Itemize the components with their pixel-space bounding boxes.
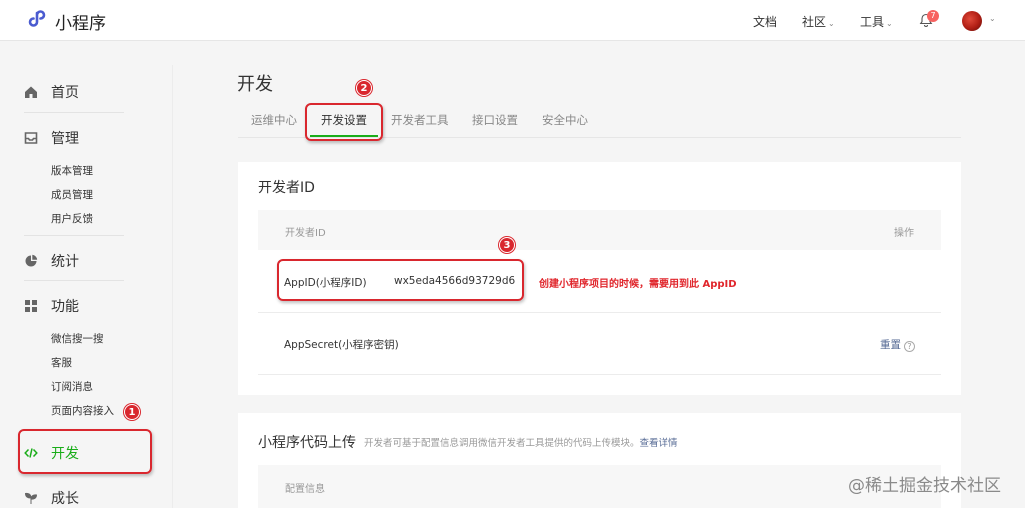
annotation-box-appid [277,259,524,301]
nav-community[interactable]: 社区 ⌄ [802,13,835,30]
card-title: 小程序代码上传 [258,435,356,451]
annotation-number: 3 [499,237,515,253]
sidebar-subitem-subscribe[interactable]: 订阅消息 [51,379,93,394]
appsecret-label: AppSecret(小程序密钥) [284,339,399,351]
divider [24,112,124,113]
pie-chart-icon [25,254,38,267]
divider [258,312,941,313]
table-header: 配置信息 [258,465,941,508]
divider [258,374,941,375]
sidebar-item-label: 管理 [51,131,79,147]
table-header: 开发者ID 操作 [258,210,941,250]
watermark: @稀土掘金技术社区 [848,476,1001,496]
notification-badge: 7 [927,10,939,22]
tab-security[interactable]: 安全中心 [542,112,588,128]
home-icon [25,86,37,98]
inbox-icon [24,132,38,144]
chevron-down-icon[interactable]: ⌄ [989,14,996,23]
sprout-icon [24,492,38,504]
chevron-down-icon: ⌄ [828,19,835,28]
sidebar-item-features[interactable]: 功能 [24,296,79,316]
grid-icon [25,300,37,312]
tab-api-settings[interactable]: 接口设置 [472,112,518,128]
page-title: 开发 [237,74,273,95]
sidebar-subitem-versions[interactable]: 版本管理 [51,163,93,178]
sidebar-item-label: 功能 [51,299,79,315]
annotation-box-tab [305,103,383,141]
divider [24,235,124,236]
sidebar-item-stats[interactable]: 统计 [24,251,79,271]
view-details-link[interactable]: 查看详情 [640,438,678,449]
nav-docs[interactable]: 文档 [753,13,777,30]
miniprogram-logo-icon[interactable] [26,9,48,31]
sidebar-subitem-search[interactable]: 微信搜一搜 [51,331,104,346]
tab-dev-tools[interactable]: 开发者工具 [391,112,449,128]
help-icon[interactable]: ? [904,341,915,352]
sidebar-item-label: 统计 [51,254,79,270]
top-bar: 小程序 文档 社区 ⌄ 工具 ⌄ 7 ⌄ [0,0,1025,41]
column-header: 开发者ID [285,228,326,239]
chevron-down-icon: ⌄ [886,19,893,28]
annotation-number: 1 [124,404,140,420]
brand-name[interactable]: 小程序 [55,9,106,34]
reset-link[interactable]: 重置? [880,337,915,352]
tab-ops[interactable]: 运维中心 [251,112,297,128]
annotation-number: 2 [356,80,372,96]
sidebar-subitem-service[interactable]: 客服 [51,355,72,370]
sidebar-item-manage[interactable]: 管理 [24,128,79,148]
avatar[interactable] [962,11,982,31]
sidebar-item-grow[interactable]: 成长 [24,488,79,508]
sidebar-divider [172,65,173,508]
column-header: 配置信息 [285,484,325,495]
divider [24,280,124,281]
card-title: 开发者ID [258,180,315,196]
column-header: 操作 [894,228,914,239]
sidebar-subitem-content[interactable]: 页面内容接入 [51,403,114,418]
sidebar-subitem-feedback[interactable]: 用户反馈 [51,211,93,226]
sidebar-subitem-members[interactable]: 成员管理 [51,187,93,202]
annotation-box-develop [18,429,152,474]
sidebar-item-label: 首页 [51,85,79,101]
card-description: 开发者可基于配置信息调用微信开发者工具提供的代码上传模块。查看详情 [364,438,678,449]
nav-tools[interactable]: 工具 ⌄ [860,13,893,30]
annotation-note: 创建小程序项目的时候，需要用到此 AppID [539,279,737,290]
sidebar-item-home[interactable]: 首页 [24,82,79,102]
sidebar-item-label: 成长 [51,491,79,507]
